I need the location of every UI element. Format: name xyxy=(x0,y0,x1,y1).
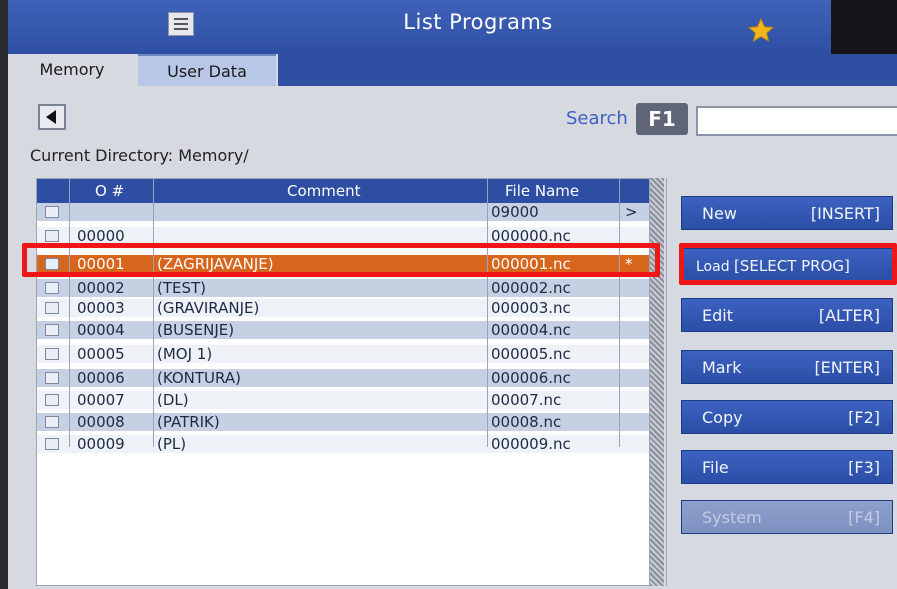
row-checkbox[interactable] xyxy=(45,324,59,336)
title-bar-edge xyxy=(831,0,897,54)
row-comment: (PATRIK) xyxy=(157,413,220,431)
row-checkbox[interactable] xyxy=(45,372,59,384)
search-input[interactable] xyxy=(696,106,897,136)
column-divider xyxy=(487,179,488,447)
column-divider xyxy=(69,179,70,447)
row-file-name: 00007.nc xyxy=(491,391,562,409)
star-icon[interactable] xyxy=(748,18,774,42)
system-button[interactable]: System [F4] xyxy=(681,500,893,534)
menu-icon[interactable] xyxy=(168,12,194,36)
current-directory: Current Directory: Memory/ xyxy=(30,146,249,165)
row-comment: (TEST) xyxy=(157,279,207,297)
button-key: [ENTER] xyxy=(814,358,880,377)
button-label: Copy xyxy=(702,408,743,427)
button-label: Mark xyxy=(702,358,742,377)
list-programs-screen: List Programs Memory User Data Search F1… xyxy=(8,0,897,589)
row-file-name: 000005.nc xyxy=(491,345,571,363)
row-checkbox[interactable] xyxy=(45,416,59,428)
row-file-name: 000002.nc xyxy=(491,279,571,297)
button-label: File xyxy=(702,458,729,477)
table-row[interactable]: 00008 (PATRIK) 00008.nc xyxy=(37,413,649,431)
button-key: [F2] xyxy=(848,408,880,427)
row-file-name: 000003.nc xyxy=(491,299,571,317)
row-file-name: 000004.nc xyxy=(491,321,571,339)
row-file-name: 000006.nc xyxy=(491,369,571,387)
button-key: [F4] xyxy=(848,508,880,527)
back-arrow-icon[interactable] xyxy=(38,104,66,130)
row-checkbox[interactable] xyxy=(45,230,59,242)
title-bar: List Programs xyxy=(8,0,897,54)
program-table: O # Comment File Name 09000 > 00000 0000… xyxy=(36,178,650,586)
table-row[interactable]: 00002 (TEST) 000002.nc xyxy=(37,279,649,297)
row-onum: 00009 xyxy=(77,435,125,453)
row-comment: (GRAVIRANJE) xyxy=(157,299,260,317)
row-onum: 00007 xyxy=(77,391,125,409)
table-header: O # Comment File Name xyxy=(37,179,649,203)
table-row[interactable]: 00006 (KONTURA) 000006.nc xyxy=(37,369,649,387)
tab-memory[interactable]: Memory xyxy=(8,54,136,86)
row-comment: (KONTURA) xyxy=(157,369,241,387)
button-key: [F3] xyxy=(848,458,880,477)
row-file-name: 09000 xyxy=(491,203,539,221)
table-row[interactable]: 00003 (GRAVIRANJE) 000003.nc xyxy=(37,299,649,317)
button-label: New xyxy=(702,204,737,223)
copy-button[interactable]: Copy [F2] xyxy=(681,400,893,434)
row-onum: 00004 xyxy=(77,321,125,339)
row-comment: (BUSENJE) xyxy=(157,321,235,339)
row-onum: 00005 xyxy=(77,345,125,363)
table-row[interactable]: 00005 (MOJ 1) 000005.nc xyxy=(37,345,649,363)
row-onum: 00006 xyxy=(77,369,125,387)
row-file-name: 00008.nc xyxy=(491,413,562,431)
search-f1-key[interactable]: F1 xyxy=(636,103,688,135)
mark-button[interactable]: Mark [ENTER] xyxy=(681,350,893,384)
search-label: Search xyxy=(566,108,628,129)
button-label: Edit xyxy=(702,306,733,325)
table-scrollbar[interactable] xyxy=(650,178,664,586)
column-header-onum[interactable]: O # xyxy=(95,182,124,200)
table-row[interactable]: 00009 (PL) 000009.nc xyxy=(37,435,649,453)
row-comment: (MOJ 1) xyxy=(157,345,213,363)
row-checkbox[interactable] xyxy=(45,394,59,406)
row-flag: > xyxy=(625,203,638,221)
table-row[interactable]: 09000 > xyxy=(37,203,649,221)
file-button[interactable]: File [F3] xyxy=(681,450,893,484)
table-row[interactable]: 00007 (DL) 00007.nc xyxy=(37,391,649,409)
button-label: System xyxy=(702,508,762,527)
column-divider xyxy=(619,179,620,447)
highlight-box-row xyxy=(22,243,660,277)
row-checkbox[interactable] xyxy=(45,206,59,218)
page-title: List Programs xyxy=(403,10,553,34)
row-checkbox[interactable] xyxy=(45,348,59,360)
tab-strip xyxy=(278,54,897,86)
highlight-box-load xyxy=(679,243,897,285)
row-checkbox[interactable] xyxy=(45,302,59,314)
row-onum: 00003 xyxy=(77,299,125,317)
row-onum: 00008 xyxy=(77,413,125,431)
row-checkbox[interactable] xyxy=(45,438,59,450)
column-header-comment[interactable]: Comment xyxy=(287,182,361,200)
row-onum: 00002 xyxy=(77,279,125,297)
button-key: [ALTER] xyxy=(818,306,880,325)
row-comment: (DL) xyxy=(157,391,189,409)
row-file-name: 000009.nc xyxy=(491,435,571,453)
row-comment: (PL) xyxy=(157,435,187,453)
tab-user-data[interactable]: User Data xyxy=(138,54,276,86)
row-checkbox[interactable] xyxy=(45,282,59,294)
edit-button[interactable]: Edit [ALTER] xyxy=(681,298,893,332)
button-key: [INSERT] xyxy=(810,204,880,223)
column-divider xyxy=(153,179,154,447)
column-header-file-name[interactable]: File Name xyxy=(505,182,579,200)
new-button[interactable]: New [INSERT] xyxy=(681,196,893,230)
table-row[interactable]: 00004 (BUSENJE) 000004.nc xyxy=(37,321,649,339)
